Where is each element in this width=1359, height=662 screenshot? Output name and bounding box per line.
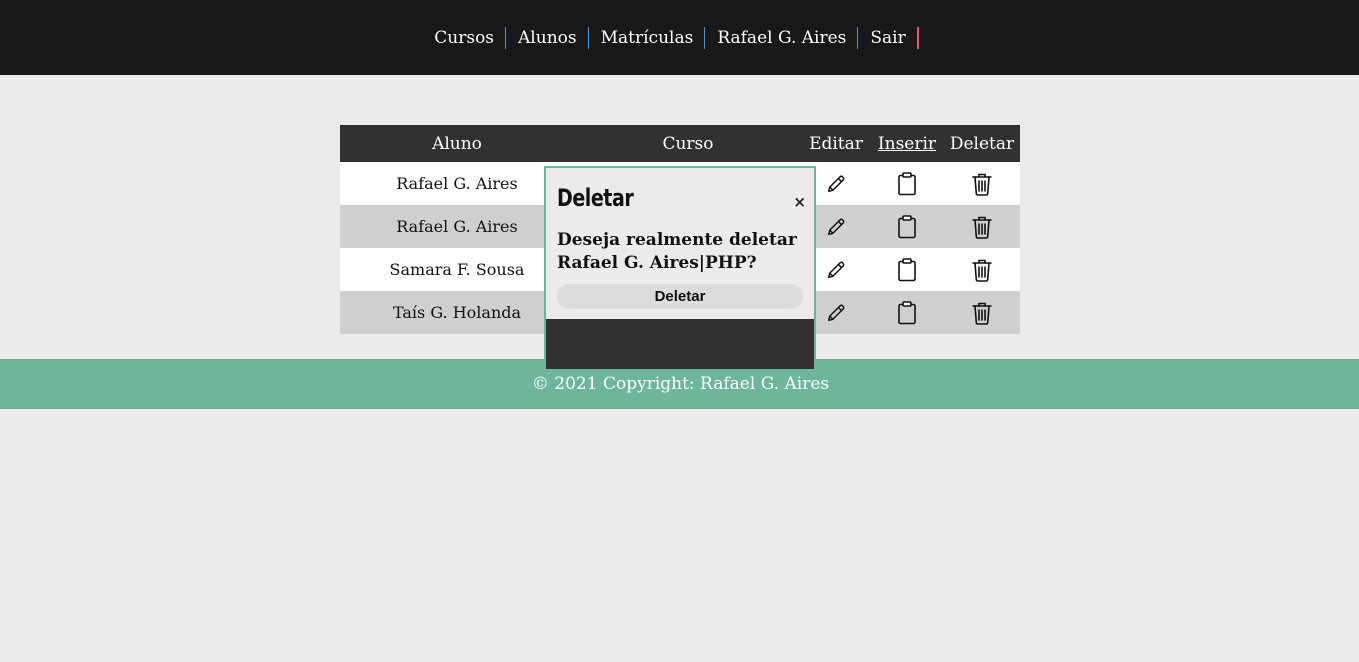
header-deletar: Deletar (949, 133, 1015, 154)
delete-trash-icon[interactable] (971, 301, 993, 325)
close-icon[interactable]: × (793, 195, 806, 210)
cell-aluno: Samara F. Sousa (389, 260, 525, 279)
nav-link-matriculas[interactable]: Matrículas (589, 26, 706, 49)
edit-pencil-icon[interactable] (825, 173, 847, 195)
insert-clipboard-icon[interactable] (896, 214, 918, 239)
header-editar: Editar (809, 133, 863, 154)
modal-message: Deseja realmente deletar Rafael G. Aires… (557, 230, 797, 273)
edit-pencil-icon[interactable] (825, 259, 847, 281)
nav-link-alunos[interactable]: Alunos (506, 26, 589, 49)
header-aluno: Aluno (432, 133, 482, 154)
footer-copyright: © 2021 Copyright: Rafael G. Aires (531, 374, 830, 394)
header-curso: Curso (662, 133, 714, 154)
confirm-delete-button[interactable]: Deletar (557, 284, 803, 309)
delete-trash-icon[interactable] (971, 172, 993, 196)
modal-title: Deletar (557, 184, 634, 212)
nav-link-user[interactable]: Rafael G. Aires (705, 26, 859, 49)
header-inserir-link[interactable]: Inserir (870, 125, 944, 162)
insert-clipboard-icon[interactable] (896, 257, 918, 282)
edit-pencil-icon[interactable] (825, 302, 847, 324)
delete-modal: Deletar × Deseja realmente deletar Rafae… (544, 166, 816, 371)
nav-menu: Cursos Alunos Matrículas Rafael G. Aires… (434, 26, 919, 49)
delete-trash-icon[interactable] (971, 258, 993, 282)
nav-link-sair[interactable]: Sair (858, 26, 919, 49)
cell-aluno: Rafael G. Aires (396, 174, 518, 193)
modal-footer (546, 319, 814, 369)
cell-aluno: Rafael G. Aires (396, 217, 518, 236)
table-header-row: Aluno Curso Editar Inserir Deletar (340, 125, 1020, 162)
insert-clipboard-icon[interactable] (896, 300, 918, 325)
nav-link-cursos[interactable]: Cursos (434, 26, 507, 49)
cell-aluno: Taís G. Holanda (392, 303, 522, 322)
delete-trash-icon[interactable] (971, 215, 993, 239)
edit-pencil-icon[interactable] (825, 216, 847, 238)
top-navbar: Cursos Alunos Matrículas Rafael G. Aires… (0, 0, 1359, 75)
insert-clipboard-icon[interactable] (896, 171, 918, 196)
